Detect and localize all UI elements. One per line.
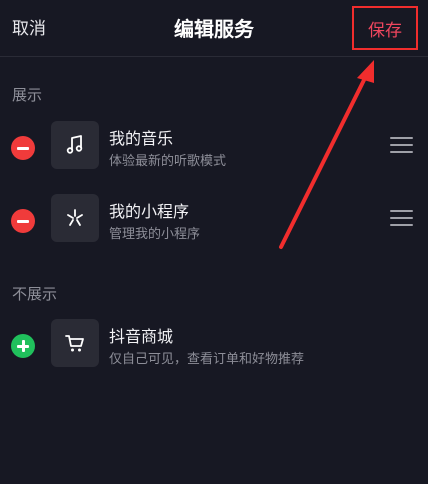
shopping-cart-icon — [51, 319, 99, 367]
top-bar: 取消 编辑服务 保存 — [0, 0, 428, 57]
service-subtitle: 仅自己可见，查看订单和好物推荐 — [109, 352, 305, 367]
minus-icon — [17, 219, 29, 223]
drag-handle-icon[interactable] — [390, 210, 413, 226]
service-row-mall: 抖音商城 仅自己可见，查看订单和好物推荐 — [0, 319, 428, 375]
minus-icon — [17, 146, 29, 150]
save-button[interactable]: 保存 — [368, 16, 402, 41]
add-button[interactable] — [11, 334, 35, 358]
remove-button[interactable] — [11, 136, 35, 160]
section-label-shown: 展示 — [12, 86, 43, 104]
drag-handle-icon[interactable] — [390, 137, 413, 153]
mini-program-icon — [51, 194, 99, 242]
service-title: 我的小程序 — [109, 202, 190, 221]
remove-button[interactable] — [11, 209, 35, 233]
service-row-music: 我的音乐 体验最新的听歌模式 — [0, 121, 428, 177]
service-subtitle: 管理我的小程序 — [109, 227, 201, 242]
service-title: 我的音乐 — [109, 129, 174, 148]
service-row-mini-program: 我的小程序 管理我的小程序 — [0, 194, 428, 250]
service-title: 抖音商城 — [109, 327, 174, 346]
service-subtitle: 体验最新的听歌模式 — [109, 154, 227, 169]
music-note-icon — [51, 121, 99, 169]
save-button-highlight[interactable]: 保存 — [352, 6, 418, 50]
plus-icon-vertical — [21, 340, 25, 352]
section-label-hidden: 不展示 — [12, 285, 58, 303]
